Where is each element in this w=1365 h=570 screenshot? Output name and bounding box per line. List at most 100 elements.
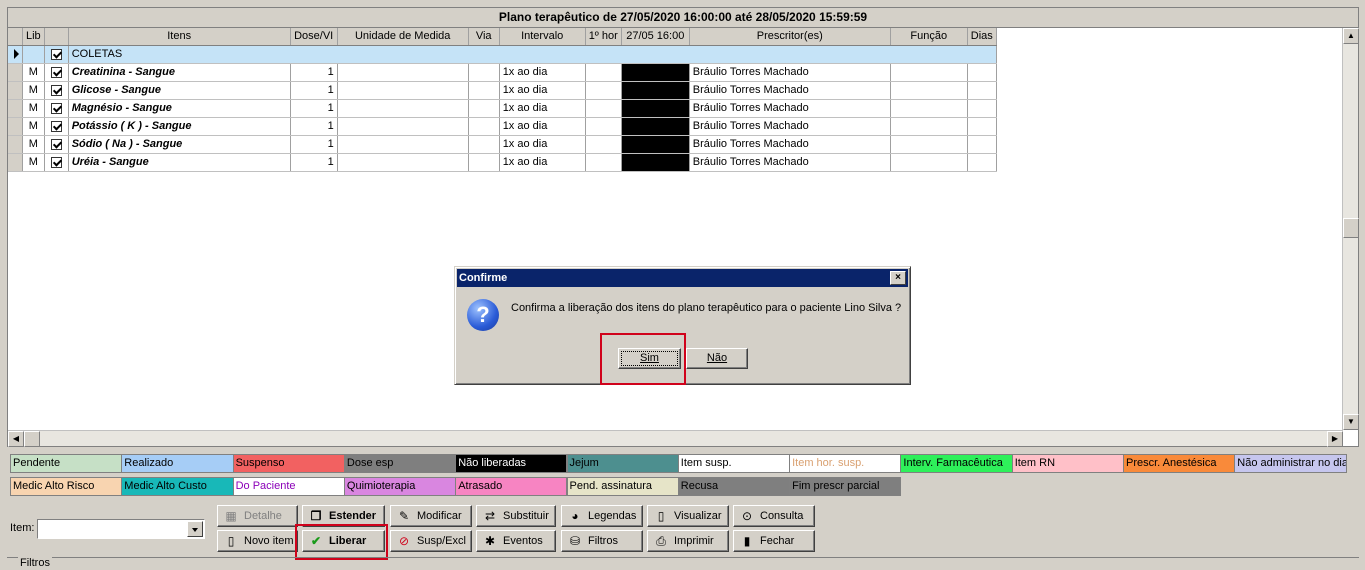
printer-icon: ⎙: [656, 534, 666, 548]
cell-primeiro-hor: [585, 99, 622, 118]
col-via[interactable]: Via: [468, 28, 500, 46]
table-row[interactable]: M Glicose - Sangue 1 1x ao dia Bráulio Torre…: [8, 81, 997, 100]
table-row[interactable]: M Sódio ( Na ) - Sangue 1 1x ao dia Bráulio …: [8, 135, 997, 154]
col-primeiro-hor[interactable]: 1º hor: [585, 28, 622, 46]
col-itens[interactable]: Itens: [68, 28, 291, 46]
horizontal-scrollbar[interactable]: ◀ ▶: [8, 430, 1343, 447]
dialog-title-bar: Confirme ×: [457, 269, 908, 287]
table-row[interactable]: M Magnésio - Sangue 1 1x ao dia Bráulio Torr…: [8, 99, 997, 118]
visualizar-button[interactable]: ▯ Visualizar: [647, 505, 729, 527]
cell-dose: 1: [290, 117, 338, 136]
col-dias[interactable]: Dias: [967, 28, 997, 46]
button-label: Susp/Excl: [417, 535, 466, 547]
button-label: Estender: [329, 510, 377, 522]
col-unidade[interactable]: Unidade de Medida: [337, 28, 469, 46]
legend-item: Não liberadas: [455, 454, 568, 473]
cell-via: [468, 63, 500, 82]
cell-lib: M: [22, 153, 45, 172]
item-select[interactable]: [37, 519, 205, 539]
checkbox-checked-icon[interactable]: [50, 48, 62, 60]
cell-intervalo: 1x ao dia: [499, 63, 586, 82]
col-funcao[interactable]: Função: [890, 28, 968, 46]
new-document-icon: ▯: [227, 534, 235, 548]
legend-item: Item RN: [1011, 454, 1124, 473]
modificar-button[interactable]: ✎ Modificar: [390, 505, 472, 527]
legend-item: Medic Alto Custo: [121, 477, 234, 496]
fechar-button[interactable]: ▮ Fechar: [733, 530, 815, 552]
table-row[interactable]: M Potássio ( K ) - Sangue 1 1x ao dia Bráuli…: [8, 117, 997, 136]
legend-item: Prescr. Anestésica: [1123, 454, 1236, 473]
cell-lib: M: [22, 135, 45, 154]
col-intervalo[interactable]: Intervalo: [499, 28, 586, 46]
scroll-left-icon[interactable]: ◀: [8, 431, 24, 447]
legend-item: Dose esp: [343, 454, 457, 473]
row-indicator: [8, 153, 23, 172]
button-label: Detalhe: [244, 510, 282, 522]
cell-unidade: [337, 153, 469, 172]
filters-label: Filtros: [18, 557, 52, 569]
checkbox-checked-icon[interactable]: [50, 138, 62, 150]
cell-time-slot[interactable]: [621, 153, 690, 172]
cell-time-slot[interactable]: [621, 63, 690, 82]
cell-prescritor: Bráulio Torres Machado: [689, 81, 891, 100]
cell-time-slot[interactable]: [621, 81, 690, 100]
legend-item: Não administrar no dia: [1234, 454, 1347, 473]
detalhe-button[interactable]: ▦ Detalhe: [217, 505, 298, 527]
group-row-coletas[interactable]: COLETAS: [8, 45, 997, 64]
cell-primeiro-hor: [585, 153, 622, 172]
cell-time-slot[interactable]: [621, 117, 690, 136]
button-label: Novo item: [244, 535, 294, 547]
vertical-scrollbar[interactable]: ▲ ▼: [1342, 28, 1359, 430]
col-time-2705-1600[interactable]: 27/05 16:00: [621, 28, 690, 46]
col-dose[interactable]: Dose/VI: [290, 28, 338, 46]
button-label: Modificar: [417, 510, 462, 522]
vertical-scroll-thumb[interactable]: [1343, 218, 1359, 238]
scroll-right-icon[interactable]: ▶: [1327, 431, 1343, 447]
cell-dias: [967, 81, 997, 100]
copy-icon: ❐: [310, 509, 322, 523]
chevron-down-icon[interactable]: [187, 521, 203, 537]
button-label: Eventos: [503, 535, 543, 547]
imprimir-button[interactable]: ⎙ Imprimir: [647, 530, 729, 552]
cell-prescritor: Bráulio Torres Machado: [689, 135, 891, 154]
checkbox-checked-icon[interactable]: [50, 84, 62, 96]
col-lib[interactable]: Lib: [22, 28, 45, 46]
checkbox-checked-icon[interactable]: [50, 156, 62, 168]
checkbox-checked-icon[interactable]: [50, 102, 62, 114]
cell-time-slot[interactable]: [621, 99, 690, 118]
cell-item: Glicose - Sangue: [68, 81, 291, 100]
legend-item: Do Paciente: [232, 477, 345, 496]
header-indicator: [8, 28, 23, 46]
scroll-down-icon[interactable]: ▼: [1343, 414, 1359, 430]
eventos-button[interactable]: ✱ Eventos: [476, 530, 556, 552]
cell-dias: [967, 153, 997, 172]
close-icon[interactable]: ×: [890, 271, 906, 285]
scroll-up-icon[interactable]: ▲: [1343, 28, 1359, 44]
checkbox-checked-icon[interactable]: [50, 120, 62, 132]
cell-item: Magnésio - Sangue: [68, 99, 291, 118]
no-button[interactable]: Não: [686, 348, 748, 369]
novo-item-button[interactable]: ▯ Novo item: [217, 530, 298, 552]
susp-excl-button[interactable]: ⊘ Susp/Excl: [390, 530, 472, 552]
checkbox-checked-icon[interactable]: [50, 66, 62, 78]
cell-time-slot[interactable]: [621, 135, 690, 154]
cell-funcao: [890, 117, 968, 136]
cell-intervalo: 1x ao dia: [499, 81, 586, 100]
cell-item: Potássio ( K ) - Sangue: [68, 117, 291, 136]
consulta-button[interactable]: ⊙ Consulta: [733, 505, 815, 527]
col-prescritor[interactable]: Prescritor(es): [689, 28, 891, 46]
binoculars-icon: ⊙: [741, 509, 753, 523]
cell-via: [468, 135, 500, 154]
table-row[interactable]: M Uréia - Sangue 1 1x ao dia Bráulio Torres …: [8, 153, 997, 172]
legend-item: Pend. assinatura: [566, 477, 679, 496]
filtros-button[interactable]: ⛁ Filtros: [561, 530, 643, 552]
cell-intervalo: 1x ao dia: [499, 117, 586, 136]
cell-primeiro-hor: [585, 135, 622, 154]
legendas-button[interactable]: ◕ Legendas: [561, 505, 643, 527]
legend-item: Pendente: [10, 454, 123, 473]
horizontal-scroll-thumb[interactable]: [24, 431, 40, 447]
table-row[interactable]: M Creatinina - Sangue 1 1x ao dia Bráulio To…: [8, 63, 997, 82]
cell-via: [468, 153, 500, 172]
substituir-button[interactable]: ⇄ Substituir: [476, 505, 556, 527]
dialog-message: Confirma a liberação dos itens do plano …: [511, 302, 902, 314]
